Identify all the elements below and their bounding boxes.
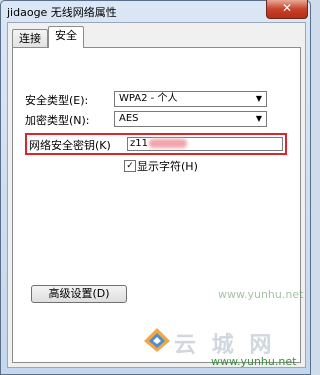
watermark-faded-text: www.yunhu.net — [218, 288, 304, 301]
dropdown-arrow-icon: ▼ — [255, 114, 262, 123]
security-type-select[interactable]: WPA2 - 个人 ▼ — [114, 91, 267, 107]
dropdown-arrow-icon: ▼ — [255, 94, 262, 103]
advanced-settings-button[interactable]: 高级设置(D) — [31, 285, 127, 303]
window-title: jidaoge 无线网络属性 — [7, 6, 117, 19]
security-tab-panel: 安全类型(E): WPA2 - 个人 ▼ 加密类型(N): AES ▼ 网络安全… — [12, 47, 301, 363]
dialog-client-area: 连接 安全 安全类型(E): WPA2 - 个人 ▼ 加密类型(N): AES … — [7, 22, 306, 368]
security-type-label: 安全类型(E): — [25, 94, 89, 107]
obscured-key-blur — [148, 138, 187, 148]
checkmark-icon: ✓ — [126, 161, 134, 171]
show-characters-label[interactable]: 显示字符(H) — [137, 158, 198, 174]
security-type-value: WPA2 - 个人 — [119, 93, 178, 104]
title-bar[interactable]: jidaoge 无线网络属性 ✕ — [0, 0, 311, 22]
encryption-type-value: AES — [119, 113, 139, 124]
encryption-type-label: 加密类型(N): — [25, 114, 90, 127]
encryption-type-select[interactable]: AES ▼ — [114, 111, 267, 127]
network-key-highlight-box: 网络安全密钥(K) z11 — [25, 133, 287, 155]
show-characters-checkbox[interactable]: ✓ — [124, 160, 136, 172]
close-icon: ✕ — [281, 1, 293, 15]
network-key-value: z11 — [130, 138, 148, 149]
network-key-label: 网络安全密钥(K) — [29, 139, 111, 152]
tab-security[interactable]: 安全 — [48, 26, 84, 48]
watermark-url: www.yunhu.net — [211, 355, 297, 368]
tab-connection[interactable]: 连接 — [12, 29, 48, 48]
network-key-input[interactable]: z11 — [127, 137, 283, 151]
watermark-logo-icon — [144, 328, 170, 352]
close-button[interactable]: ✕ — [266, 0, 308, 19]
